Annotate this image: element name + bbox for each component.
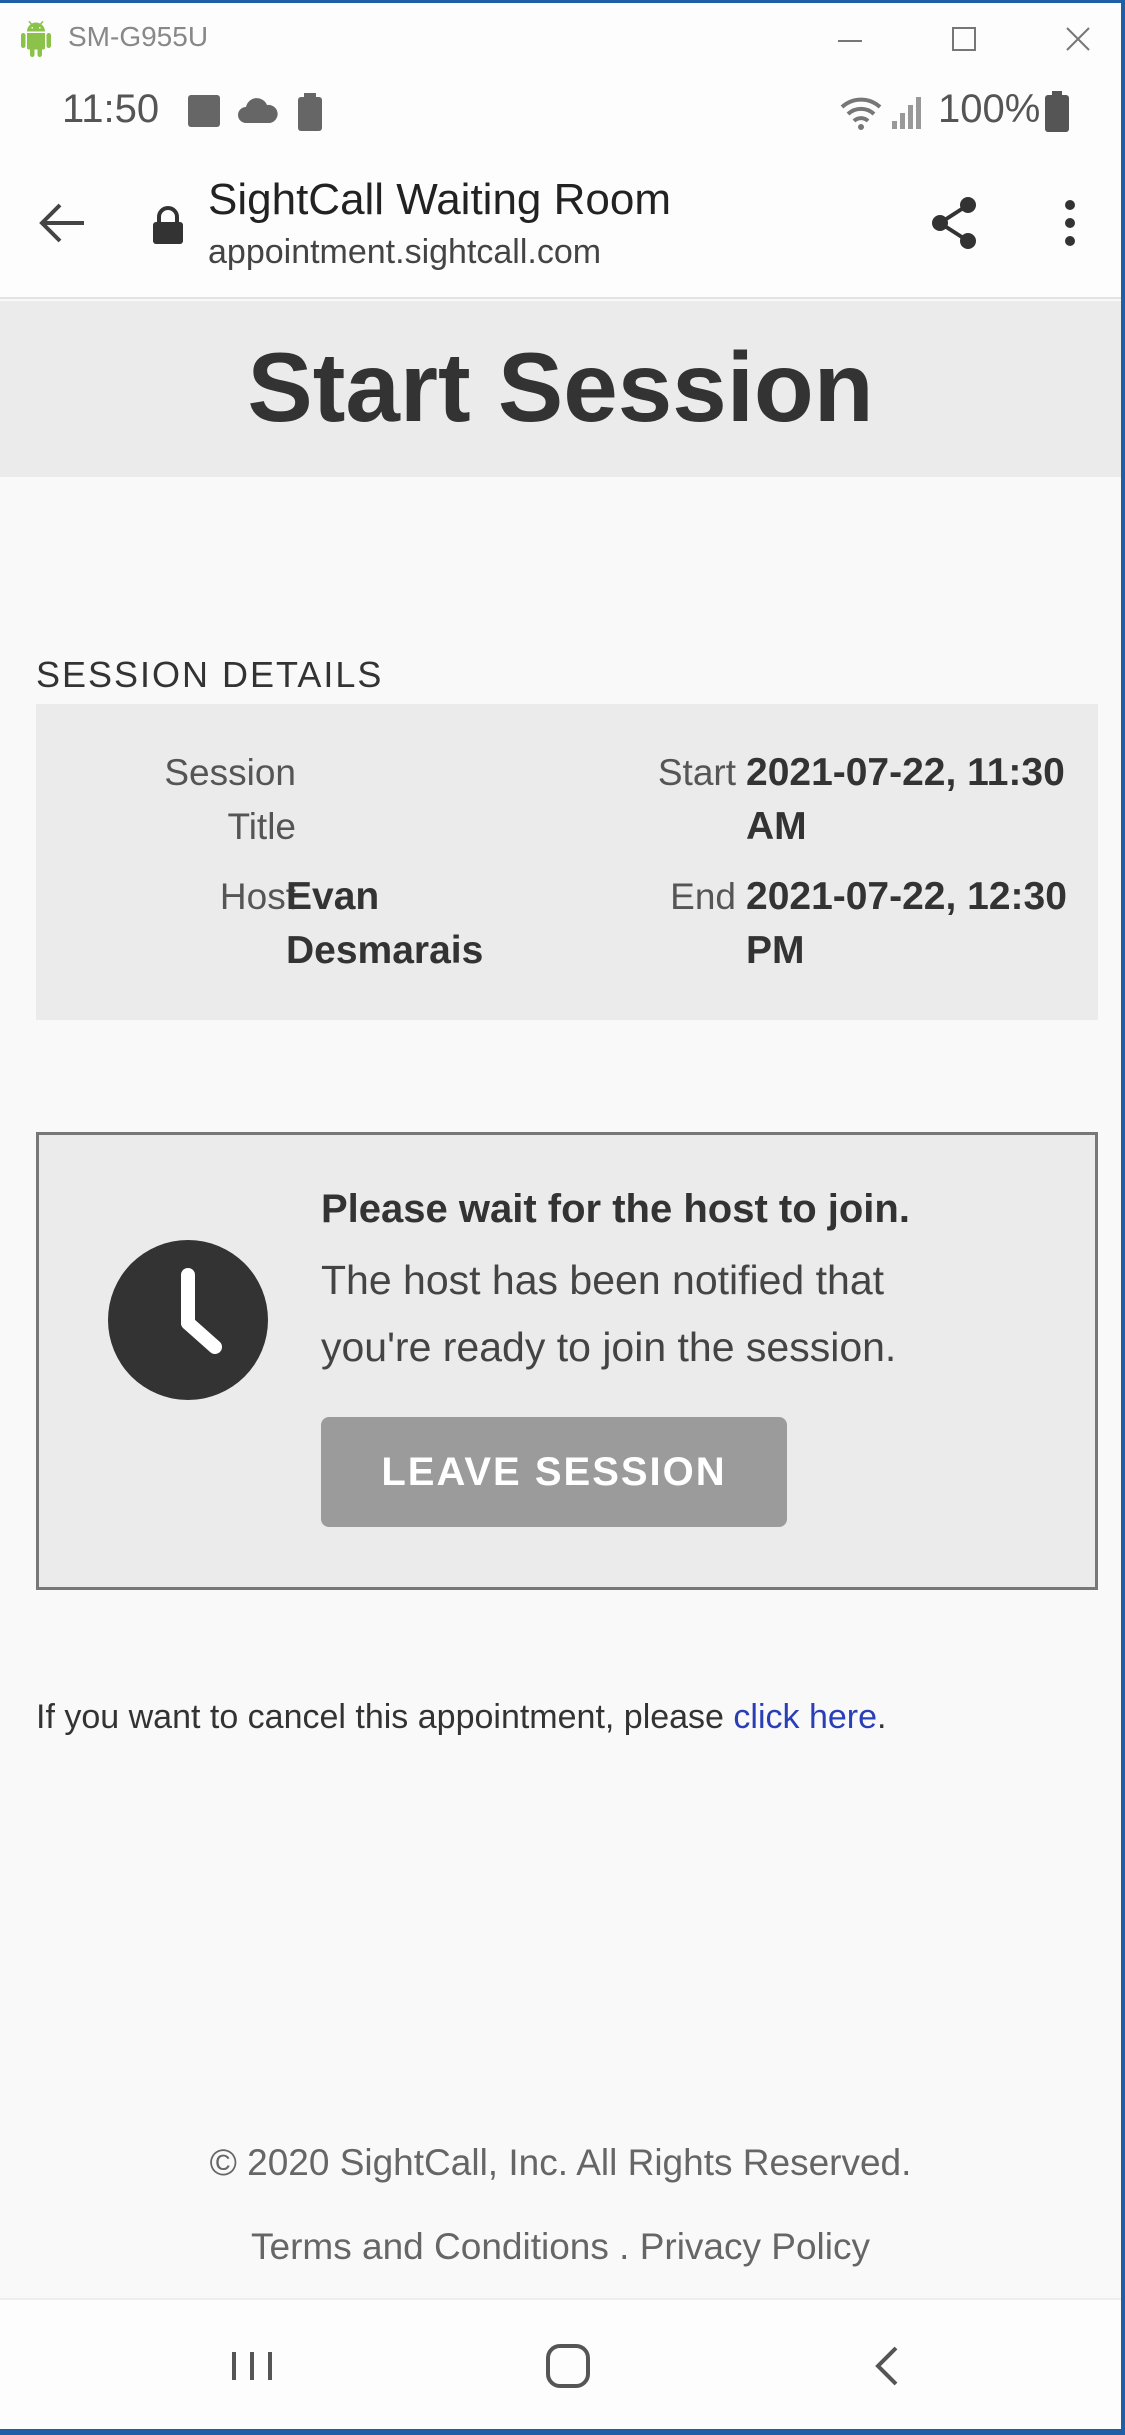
cancel-click-here-link[interactable]: click here bbox=[733, 1698, 877, 1736]
home-icon[interactable] bbox=[538, 2336, 598, 2396]
cloud-icon bbox=[238, 98, 278, 123]
waiting-panel: Please wait for the host to join. The ho… bbox=[36, 1132, 1098, 1590]
recent-apps-icon[interactable] bbox=[222, 2336, 282, 2396]
terms-link[interactable]: Terms and Conditions bbox=[251, 2226, 609, 2267]
cancel-appointment-text: If you want to cancel this appointment, … bbox=[36, 1698, 886, 1737]
minimize-icon[interactable] bbox=[830, 19, 870, 59]
start-value: 2021-07-22, 11:30 AM bbox=[746, 751, 1065, 848]
image-notification-icon bbox=[188, 95, 220, 127]
browser-page-title: SightCall Waiting Room bbox=[208, 175, 671, 224]
battery-icon bbox=[1045, 91, 1069, 132]
status-bar: 11:50 100% bbox=[0, 73, 1121, 153]
battery-percentage: 100% bbox=[938, 87, 1041, 131]
device-name: SM-G955U bbox=[68, 21, 209, 52]
share-icon[interactable] bbox=[924, 193, 984, 253]
battery-saver-icon bbox=[298, 93, 322, 131]
status-time: 11:50 bbox=[62, 87, 160, 131]
host-value: Evan Desmarais bbox=[286, 875, 484, 972]
start-label: Start bbox=[657, 752, 736, 793]
signal-icon bbox=[892, 97, 921, 129]
end-label: End bbox=[670, 876, 736, 917]
arrow-left-icon[interactable] bbox=[34, 195, 90, 251]
wait-message: The host has been notified that you're r… bbox=[321, 1257, 897, 1370]
window-frame-bottom bbox=[0, 2429, 1125, 2435]
copyright-text: © 2020 SightCall, Inc. All Rights Reserv… bbox=[209, 2142, 912, 2183]
host-label: Host bbox=[219, 876, 296, 917]
wait-heading: Please wait for the host to join. bbox=[321, 1187, 910, 1231]
maximize-icon[interactable] bbox=[944, 19, 984, 59]
wifi-icon bbox=[840, 97, 882, 130]
cancel-text: If you want to cancel this appointment, … bbox=[36, 1698, 734, 1736]
privacy-link[interactable]: Privacy Policy bbox=[640, 2226, 870, 2267]
end-value: 2021-07-22, 12:30 PM bbox=[746, 875, 1067, 972]
lock-icon bbox=[153, 206, 183, 244]
cancel-suffix: . bbox=[877, 1698, 887, 1736]
section-label-session-details: SESSION DETAILS bbox=[36, 654, 384, 695]
more-vertical-icon[interactable] bbox=[1050, 193, 1090, 253]
page-title: Start Session bbox=[247, 332, 874, 442]
window-frame-right bbox=[1121, 3, 1125, 2429]
android-icon bbox=[21, 21, 51, 57]
close-icon[interactable] bbox=[1058, 19, 1098, 59]
android-nav-bar bbox=[0, 2298, 1121, 2429]
leave-session-button[interactable]: LEAVE SESSION bbox=[321, 1417, 787, 1527]
clock-icon bbox=[108, 1240, 268, 1400]
header-band: Start Session bbox=[0, 301, 1121, 477]
session-details-panel: Session Title Host Evan Desmarais Start … bbox=[36, 704, 1098, 1020]
footer-links: Terms and Conditions . Privacy Policy bbox=[0, 2226, 1121, 2268]
footer-separator: . bbox=[608, 2226, 640, 2267]
emulator-title-bar: SM-G955U bbox=[0, 3, 1121, 73]
browser-url[interactable]: appointment.sightcall.com bbox=[208, 233, 601, 272]
browser-toolbar: SightCall Waiting Room appointment.sight… bbox=[0, 153, 1121, 299]
session-title-label: Session Title bbox=[164, 752, 296, 847]
nav-back-icon[interactable] bbox=[858, 2336, 918, 2396]
